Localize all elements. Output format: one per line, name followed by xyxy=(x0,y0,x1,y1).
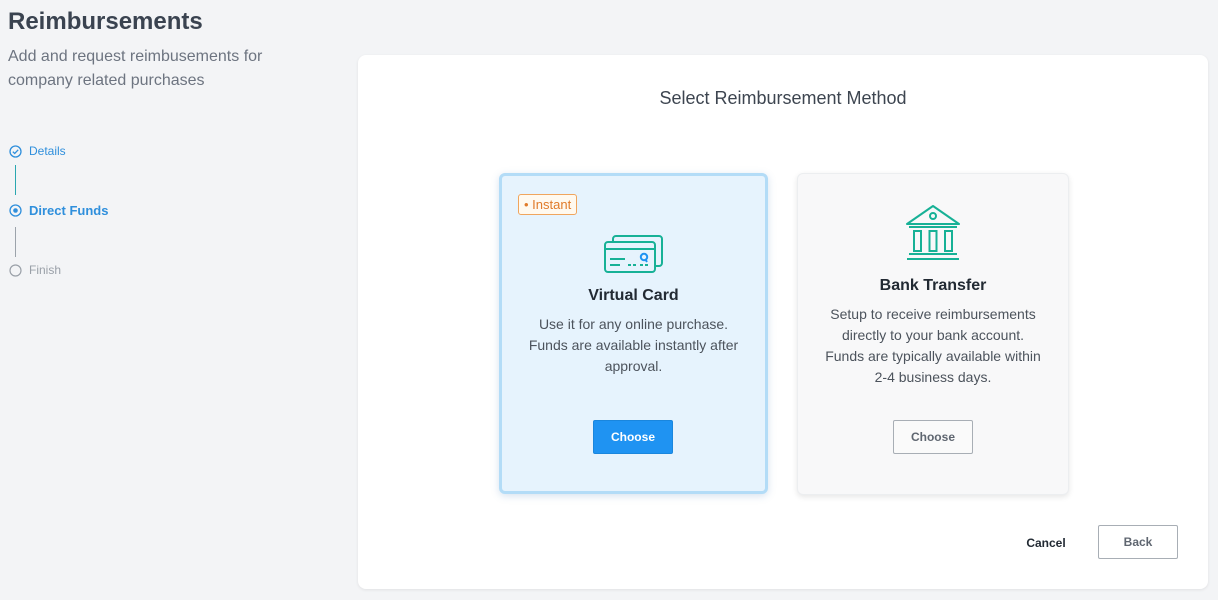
step-connector xyxy=(15,165,16,195)
instant-badge: • Instant xyxy=(518,194,578,215)
bank-icon xyxy=(906,205,960,260)
cancel-button[interactable]: Cancel xyxy=(1018,531,1074,555)
check-circle-icon xyxy=(9,144,22,158)
radio-current-icon xyxy=(9,204,22,217)
step-label: Details xyxy=(29,144,66,158)
step-details[interactable]: Details xyxy=(9,144,66,158)
method-panel: Select Reimbursement Method • Instant Vi… xyxy=(358,55,1208,589)
back-button[interactable]: Back xyxy=(1098,525,1178,559)
bank-transfer-option[interactable]: Bank Transfer Setup to receive reimburse… xyxy=(797,173,1069,495)
virtual-card-option[interactable]: • Instant Virtual Card Use it for any on… xyxy=(499,173,768,494)
page-title: Reimbursements xyxy=(8,8,203,35)
choose-bank-transfer-button[interactable]: Choose xyxy=(893,420,973,454)
bank-transfer-description: Setup to receive reimbursements directly… xyxy=(825,306,1041,385)
virtual-card-title: Virtual Card xyxy=(588,287,679,304)
panel-title: Select Reimbursement Method xyxy=(659,88,907,108)
step-direct-funds[interactable]: Direct Funds xyxy=(9,203,108,218)
page-subtitle: Add and request reimbusements for compan… xyxy=(8,48,263,89)
reimbursements-page: Reimbursements Add and request reimbusem… xyxy=(0,0,1218,600)
choose-virtual-card-button[interactable]: Choose xyxy=(593,420,673,454)
virtual-card-description: Use it for any online purchase. Funds ar… xyxy=(528,316,739,374)
circle-empty-icon xyxy=(9,263,22,277)
credit-card-icon xyxy=(603,235,663,273)
step-finish[interactable]: Finish xyxy=(9,263,61,277)
step-label: Finish xyxy=(29,263,62,277)
step-label: Direct Funds xyxy=(29,203,109,218)
bank-transfer-title: Bank Transfer xyxy=(879,277,987,294)
step-connector xyxy=(15,227,16,257)
